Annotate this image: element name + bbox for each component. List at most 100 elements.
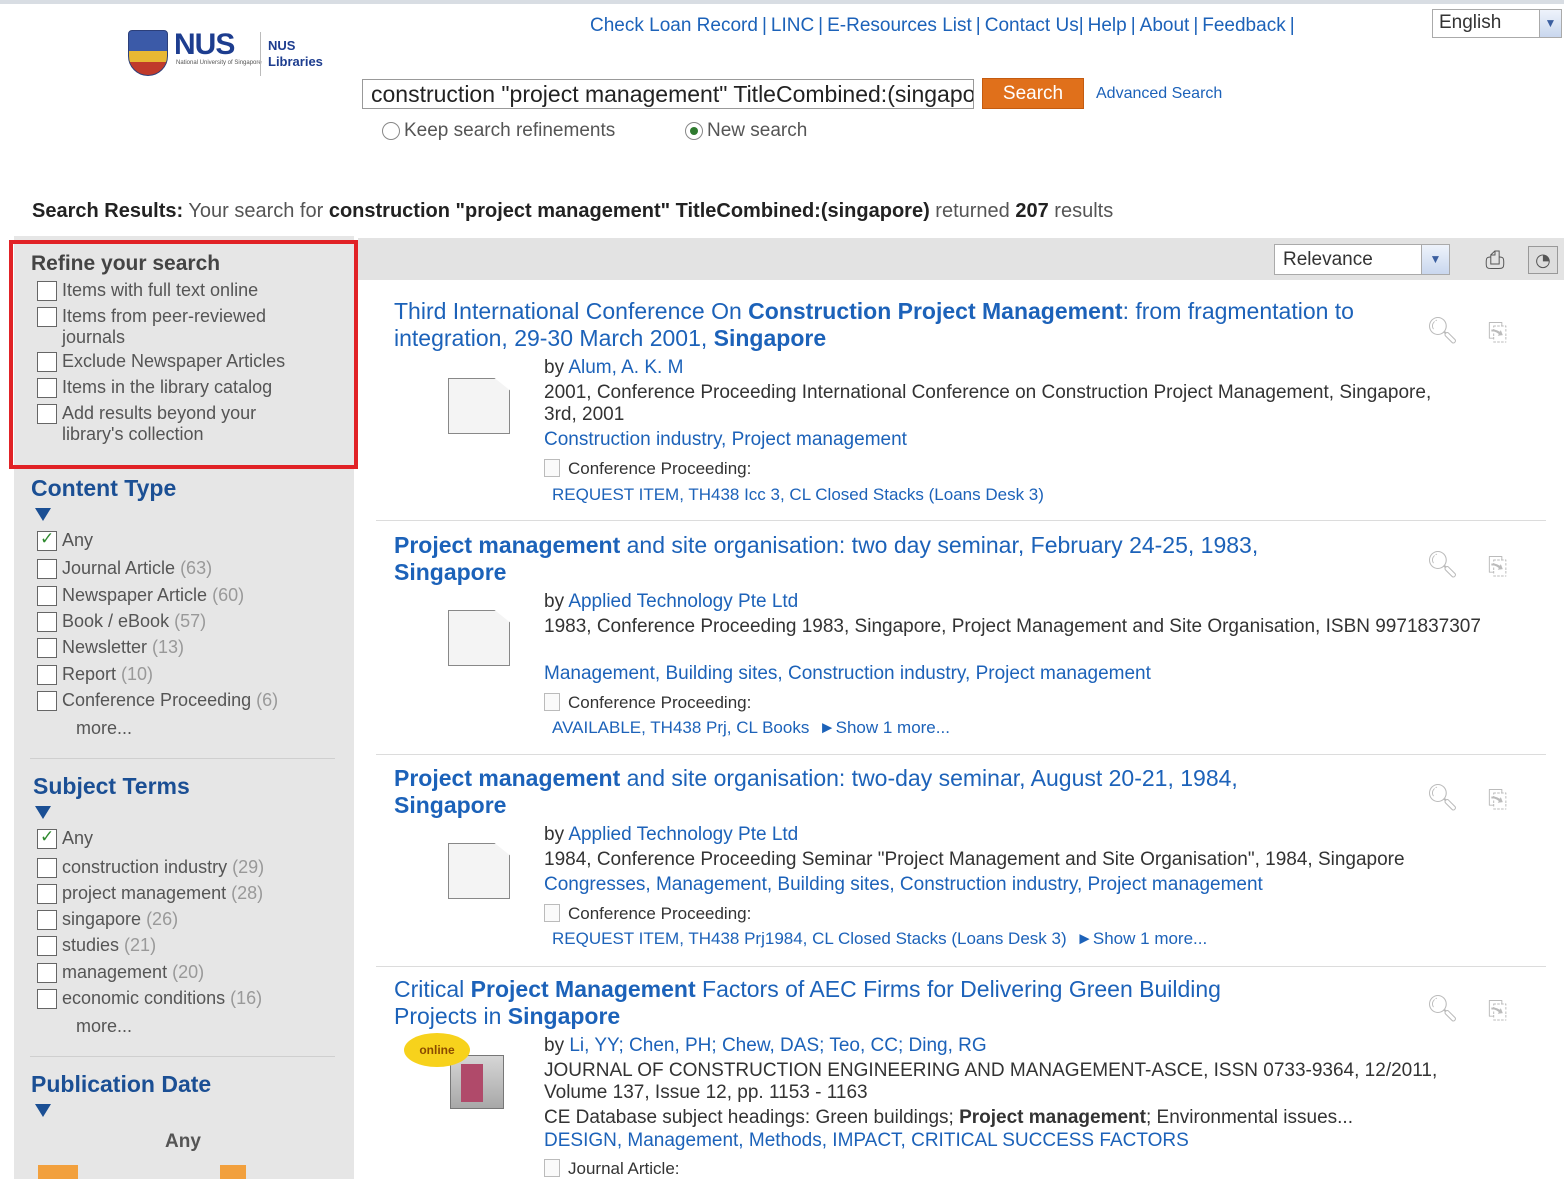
date-slider-handle-left[interactable] [38,1165,78,1179]
sort-select[interactable]: Relevance ▼ [1274,244,1450,275]
facet-singapore[interactable]: singapore (26) [37,909,178,930]
result-subjects[interactable]: Management, Building sites, Construction… [544,663,1151,685]
checkbox[interactable] [37,307,57,327]
show-more-link[interactable]: ►Show 1 more... [819,718,950,737]
result-title[interactable]: Project management and site organisation… [394,532,1354,586]
content-type-any[interactable]: Any [37,529,93,551]
keep-refinements-radio[interactable]: Keep search refinements [382,120,615,142]
checkbox[interactable] [37,404,57,424]
collapse-triangle-icon[interactable] [35,806,51,819]
checkbox-checked[interactable] [37,827,57,849]
nav-linc[interactable]: LINC [771,15,814,36]
availability-link[interactable]: REQUEST ITEM, TH438 Prj1984, CL Closed S… [552,929,1067,948]
preview-magnifier-icon[interactable]: 🔍︎ [1426,550,1459,580]
advanced-search-link[interactable]: Advanced Search [1096,85,1222,103]
preview-magnifier-icon[interactable]: 🔍︎ [1426,783,1459,813]
checkbox[interactable] [37,989,57,1009]
result-title[interactable]: Project management and site organisation… [394,765,1354,819]
content-type-title[interactable]: Content Type [31,475,176,502]
result-subjects[interactable]: Construction industry, Project managemen… [544,429,907,451]
checkbox-checked[interactable] [37,529,57,551]
checkbox[interactable] [37,378,57,398]
refine-library-catalog[interactable]: Items in the library catalog [37,377,272,398]
subject-any[interactable]: Any [37,827,93,849]
search-button[interactable]: Search [982,78,1084,109]
author-link[interactable]: Applied Technology Pte Ltd [568,591,798,612]
facet-journal-article[interactable]: Journal Article (63) [37,558,212,579]
checkbox[interactable] [37,665,57,685]
refine-full-text[interactable]: Items with full text online [37,280,258,301]
document-icon [544,904,560,922]
checkbox[interactable] [37,612,57,632]
date-slider-handle-right[interactable] [220,1165,246,1179]
document-thumbnail-icon[interactable] [448,610,510,666]
save-item-icon[interactable]: ⎘ [1488,318,1507,346]
subject-terms-title[interactable]: Subject Terms [33,773,190,800]
subject-terms-more-link[interactable]: more... [76,1016,132,1037]
preview-magnifier-icon[interactable]: 🔍︎ [1426,994,1459,1024]
document-thumbnail-icon[interactable] [448,378,510,434]
nav-help[interactable]: Help [1088,15,1127,36]
refine-peer-reviewed[interactable]: Items from peer-reviewed journals [37,306,307,348]
nav-check-loan-record[interactable]: Check Loan Record [590,15,758,36]
search-input[interactable]: construction "project management" TitleC… [362,79,974,109]
checkbox[interactable] [37,936,57,956]
facet-construction-industry[interactable]: construction industry (29) [37,857,264,878]
result-subjects[interactable]: DESIGN, Management, Methods, IMPACT, CRI… [544,1130,1189,1152]
facet-project-management[interactable]: project management (28) [37,883,263,904]
nav-about[interactable]: About [1140,15,1190,36]
refine-exclude-newspaper[interactable]: Exclude Newspaper Articles [37,351,285,372]
save-item-icon[interactable]: ⎘ [1488,996,1507,1024]
facet-report[interactable]: Report (10) [37,664,153,685]
publication-date-title[interactable]: Publication Date [31,1071,211,1098]
nav-contact-us[interactable]: Contact Us [985,15,1079,36]
checkbox[interactable] [37,281,57,301]
facet-studies[interactable]: studies (21) [37,935,156,956]
facet-management[interactable]: management (20) [37,962,204,983]
preview-magnifier-icon[interactable]: 🔍︎ [1426,316,1459,346]
checkbox[interactable] [37,691,57,711]
sort-value: Relevance [1283,249,1373,270]
language-value: English [1439,12,1502,33]
refine-beyond-collection[interactable]: Add results beyond your library's collec… [37,403,297,445]
checkbox[interactable] [37,586,57,606]
journal-cover-thumbnail[interactable] [450,1055,504,1109]
result-title[interactable]: Critical Project Management Factors of A… [394,976,1294,1030]
checkbox[interactable] [37,638,57,658]
print-icon[interactable]: ⎙ [1480,246,1510,274]
facet-newsletter[interactable]: Newsletter (13) [37,637,184,658]
publication-date-any: Any [165,1131,201,1152]
show-more-link[interactable]: ►Show 1 more... [1076,929,1207,948]
checkbox[interactable] [37,352,57,372]
availability-link[interactable]: AVAILABLE, TH438 Prj, CL Books [552,718,809,737]
radio-on-icon [685,122,703,140]
author-link[interactable]: Li, YY; Chen, PH; Chew, DAS; Teo, CC; Di… [569,1035,986,1056]
author-link[interactable]: Alum, A. K. M [568,357,683,378]
nus-logo[interactable]: NUS National University of Singapore NUS… [128,28,338,80]
language-select[interactable]: English ▼ [1432,9,1562,38]
checkbox[interactable] [37,963,57,983]
collapse-triangle-icon[interactable] [35,1104,51,1117]
result-title[interactable]: Third International Conference On Constr… [394,298,1394,352]
online-badge: online [404,1033,470,1067]
save-item-icon[interactable]: ⎘ [1488,785,1507,813]
checkbox[interactable] [37,559,57,579]
facet-conference-proceeding[interactable]: Conference Proceeding (6) [37,690,278,711]
nav-feedback[interactable]: Feedback [1202,15,1285,36]
save-item-icon[interactable]: ⎘ [1488,552,1507,580]
checkbox[interactable] [37,858,57,878]
facet-economic-conditions[interactable]: economic conditions (16) [37,988,262,1009]
collapse-triangle-icon[interactable] [35,508,51,521]
facet-book-ebook[interactable]: Book / eBook (57) [37,611,206,632]
checkbox[interactable] [37,910,57,930]
result-availability[interactable]: REQUEST ITEM, TH438 Icc 3, CL Closed Sta… [552,484,1044,506]
document-thumbnail-icon[interactable] [448,843,510,899]
new-search-radio[interactable]: New search [685,120,807,142]
nav-e-resources-list[interactable]: E-Resources List [827,15,972,36]
facet-newspaper-article[interactable]: Newspaper Article (60) [37,585,244,606]
author-link[interactable]: Applied Technology Pte Ltd [568,824,798,845]
result-subjects[interactable]: Congresses, Management, Building sites, … [544,874,1263,896]
rss-feed-icon[interactable]: ◔ [1528,246,1558,274]
checkbox[interactable] [37,884,57,904]
content-type-more-link[interactable]: more... [76,718,132,739]
